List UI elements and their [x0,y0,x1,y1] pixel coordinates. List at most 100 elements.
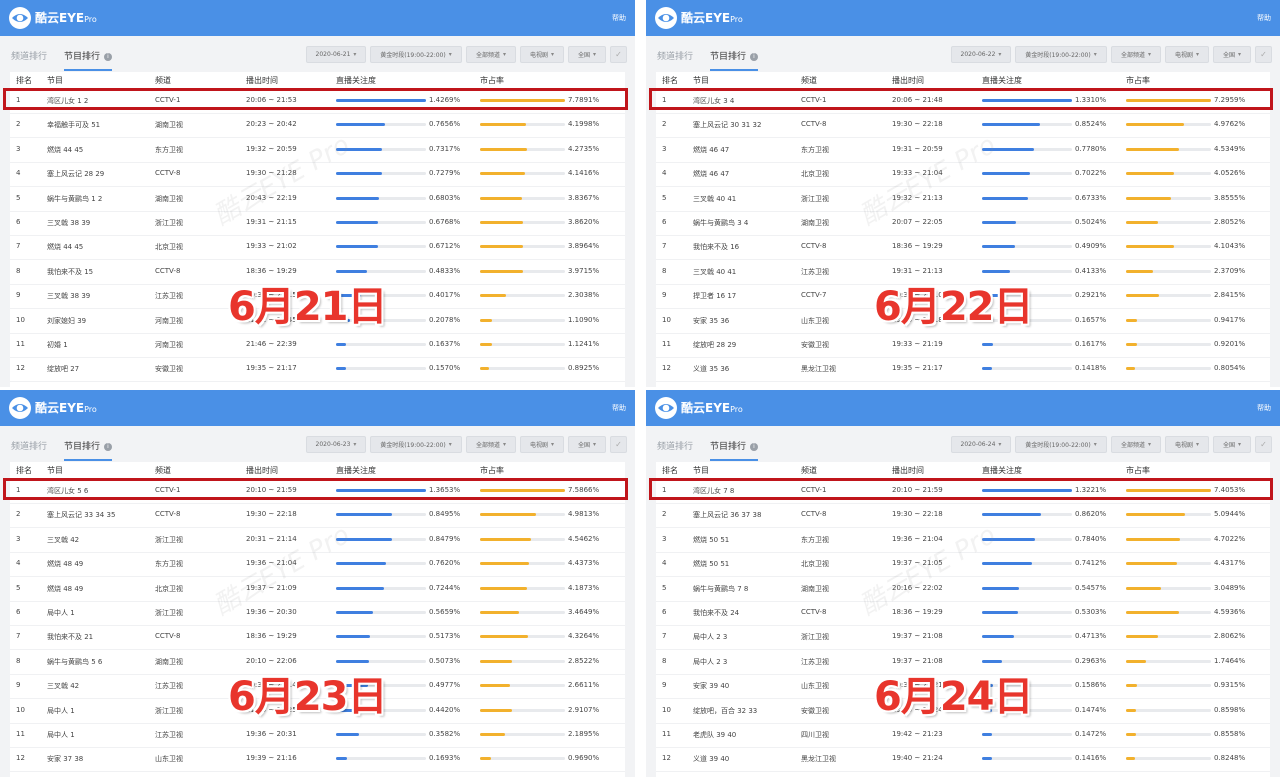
table-row[interactable]: 6 蜗牛与黄鹂鸟 3 4 湖南卫视 20:07 ~ 22:05 0.5024% 2.805… [656,211,1270,236]
slot-select[interactable]: 黄金时段(19:00-22:00) ▾ [370,436,462,453]
program-cell[interactable]: 幸福触手可及 51 [47,120,100,130]
program-cell[interactable]: 塞上风云记 36 37 38 [693,510,761,520]
table-row[interactable]: 5 三叉戟 40 41 浙江卫视 19:32 ~ 21:13 0.6733% 3.8555… [656,187,1270,212]
header-share[interactable]: 市占率 [1126,465,1150,476]
type-select[interactable]: 电视剧 ▾ [1165,436,1209,453]
header-rank[interactable]: 排名 [662,465,678,476]
program-cell[interactable]: 燃烧 44 45 [47,242,83,252]
table-row[interactable]: 12 安家 37 38 山东卫视 19:39 ~ 21:16 0.1693% 0.9690… [10,747,625,773]
header-rank[interactable]: 排名 [662,75,678,86]
table-row[interactable]: 5 燃烧 48 49 北京卫视 19:37 ~ 21:09 0.7244% 4.1873% [10,577,625,602]
slot-select[interactable]: 黄金时段(19:00-22:00) ▾ [1015,46,1107,63]
channel-select[interactable]: 全部频道 ▾ [1111,46,1161,63]
table-row[interactable]: 11 局中人 1 江苏卫视 19:36 ~ 20:31 0.3582% 2.1895% [10,723,625,748]
program-cell[interactable]: 蜗牛与黄鹂鸟 3 4 [693,218,748,228]
header-share[interactable]: 市占率 [1126,75,1150,86]
program-cell[interactable]: 我怕来不及 16 [693,242,739,252]
program-cell[interactable]: 三叉戟 38 39 [47,218,90,228]
tab-program-ranking[interactable]: 节目排行 i [710,49,759,71]
program-cell[interactable]: 三叉戟 40 41 [693,267,736,277]
program-cell[interactable]: 捍卫者 16 17 [693,291,736,301]
program-cell[interactable]: 燃烧 46 47 [693,145,729,155]
program-cell[interactable]: 塞上风云记 30 31 32 [693,120,761,130]
program-cell[interactable]: 燃烧 46 47 [693,169,729,179]
program-cell[interactable]: 初婚 1 [47,340,68,350]
table-row[interactable]: 6 局中人 1 浙江卫视 19:36 ~ 20:30 0.5659% 3.4649% [10,601,625,626]
table-row[interactable]: 11 初婚 1 河南卫视 21:46 ~ 22:39 0.1637% 1.1241% [10,333,625,358]
tab-program-ranking[interactable]: 节目排行 i [64,49,113,71]
program-cell[interactable]: 绽放吧，百合 32 33 [693,706,757,716]
header-time[interactable]: 播出时间 [246,75,278,86]
confirm-button[interactable]: ✓ [610,46,627,63]
program-cell[interactable]: 三叉戟 38 39 [47,291,90,301]
header-attention[interactable]: 直播关注度 [336,465,376,476]
type-select[interactable]: 电视剧 ▾ [520,46,564,63]
table-row[interactable]: 7 燃烧 44 45 北京卫视 19:33 ~ 21:02 0.6712% 3.8964% [10,235,625,261]
header-time[interactable]: 播出时间 [246,465,278,476]
program-cell[interactable]: 刘家媳妇 39 [47,316,86,326]
help-link[interactable]: 帮助 [612,13,626,23]
program-cell[interactable]: 绽放吧 28 29 [693,340,736,350]
info-icon[interactable]: i [104,443,113,451]
region-select[interactable]: 全国 ▾ [568,46,606,63]
program-cell[interactable]: 三叉戟 42 [47,681,79,691]
region-select[interactable]: 全国 ▾ [568,436,606,453]
program-cell[interactable]: 蜗牛与黄鹂鸟 5 6 [47,657,102,667]
header-time[interactable]: 播出时间 [892,465,924,476]
tab-channel-ranking[interactable]: 频道排行 [657,49,693,62]
confirm-button[interactable]: ✓ [610,436,627,453]
program-cell[interactable]: 义道 35 36 [693,364,729,374]
type-select[interactable]: 电视剧 ▾ [1165,46,1209,63]
program-cell[interactable]: 局中人 2 3 [693,657,727,667]
channel-select[interactable]: 全部频道 ▾ [466,436,516,453]
header-attention[interactable]: 直播关注度 [982,75,1022,86]
tab-program-ranking[interactable]: 节目排行 i [710,439,759,461]
program-cell[interactable]: 三叉戟 40 41 [693,194,736,204]
info-icon[interactable]: i [750,443,759,451]
table-row[interactable]: 12 义道 39 40 黑龙江卫视 19:40 ~ 21:24 0.1416% 0.824… [656,747,1270,773]
program-cell[interactable]: 塞上风云记 33 34 35 [47,510,115,520]
tab-program-ranking[interactable]: 节目排行 i [64,439,113,461]
table-row[interactable]: 7 我怕来不及 16 CCTV-8 18:36 ~ 19:29 0.4909% 4.104… [656,235,1270,261]
program-cell[interactable]: 燃烧 48 49 [47,559,83,569]
region-select[interactable]: 全国 ▾ [1213,46,1251,63]
program-cell[interactable]: 燃烧 48 49 [47,584,83,594]
info-icon[interactable]: i [104,53,113,61]
help-link[interactable]: 帮助 [1257,13,1271,23]
tab-channel-ranking[interactable]: 频道排行 [11,439,47,452]
header-program[interactable]: 节目 [693,465,709,476]
header-share[interactable]: 市占率 [480,465,504,476]
header-channel[interactable]: 频道 [155,465,171,476]
table-row[interactable]: 6 我怕来不及 24 CCTV-8 18:36 ~ 19:29 0.5303% 4.593… [656,601,1270,626]
header-attention[interactable]: 直播关注度 [336,75,376,86]
table-row[interactable]: 12 绽放吧 27 安徽卫视 19:35 ~ 21:17 0.1570% 0.8925% [10,357,625,383]
program-cell[interactable]: 塞上风云记 28 29 [47,169,104,179]
program-cell[interactable]: 安家 37 38 [47,754,83,764]
table-row[interactable]: 12 义道 35 36 黑龙江卫视 19:35 ~ 21:17 0.1418% 0.805… [656,357,1270,383]
table-row[interactable]: 11 绽放吧 28 29 安徽卫视 19:33 ~ 21:19 0.1617% 0.920… [656,333,1270,358]
slot-select[interactable]: 黄金时段(19:00-22:00) ▾ [370,46,462,63]
program-cell[interactable]: 局中人 1 [47,608,75,618]
header-program[interactable]: 节目 [47,465,63,476]
header-program[interactable]: 节目 [693,75,709,86]
header-rank[interactable]: 排名 [16,465,32,476]
program-cell[interactable]: 老虎队 39 40 [693,730,736,740]
date-picker[interactable]: 2020-06-21 ▾ [306,46,366,63]
header-share[interactable]: 市占率 [480,75,504,86]
program-cell[interactable]: 安家 35 36 [693,316,729,326]
confirm-button[interactable]: ✓ [1255,436,1272,453]
program-cell[interactable]: 绽放吧 27 [47,364,79,374]
program-cell[interactable]: 我怕来不及 15 [47,267,93,277]
table-row[interactable]: 7 局中人 2 3 浙江卫视 19:37 ~ 21:08 0.4713% 2.8062% [656,625,1270,651]
header-channel[interactable]: 频道 [801,75,817,86]
program-cell[interactable]: 义道 39 40 [693,754,729,764]
tab-channel-ranking[interactable]: 频道排行 [657,439,693,452]
help-link[interactable]: 帮助 [612,403,626,413]
program-cell[interactable]: 我怕来不及 24 [693,608,739,618]
confirm-button[interactable]: ✓ [1255,46,1272,63]
table-row[interactable]: 5 蜗牛与黄鹂鸟 7 8 湖南卫视 20:16 ~ 22:02 0.5457% 3.048… [656,577,1270,602]
slot-select[interactable]: 黄金时段(19:00-22:00) ▾ [1015,436,1107,453]
header-program[interactable]: 节目 [47,75,63,86]
table-row[interactable]: 7 我怕来不及 21 CCTV-8 18:36 ~ 19:29 0.5173% 4.326… [10,625,625,651]
date-picker[interactable]: 2020-06-24 ▾ [951,436,1011,453]
